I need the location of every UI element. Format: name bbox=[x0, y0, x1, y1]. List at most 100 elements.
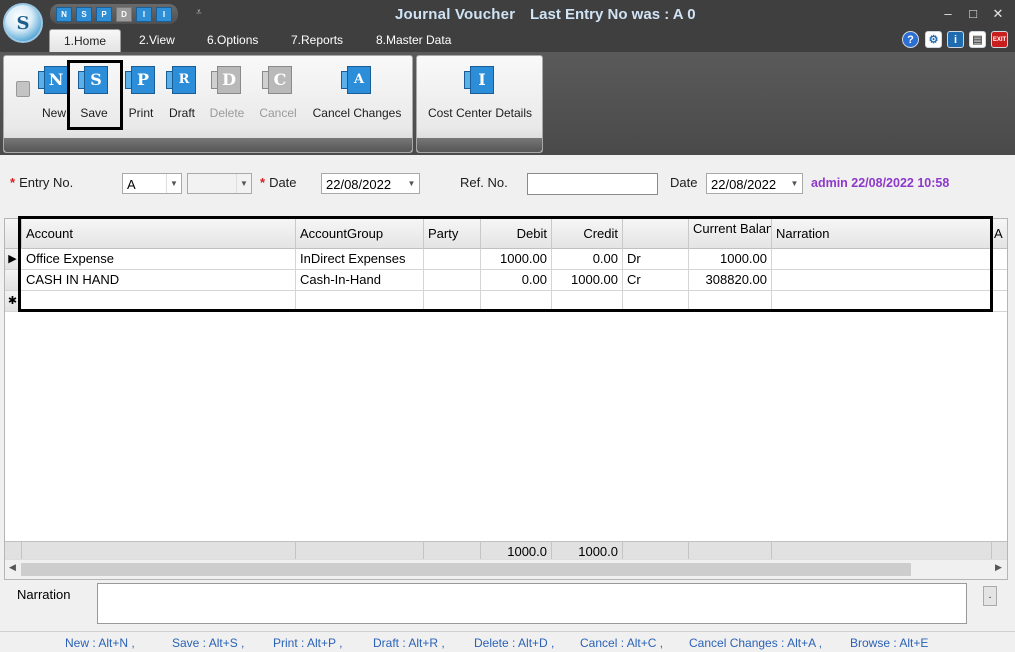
date-picker[interactable]: 22/08/2022 ▼ bbox=[321, 173, 420, 194]
row-selector-icon[interactable]: ▶ bbox=[5, 249, 21, 269]
column-credit[interactable]: Credit bbox=[552, 219, 623, 249]
quick-save-icon[interactable]: S bbox=[76, 6, 92, 22]
column-a[interactable]: A bbox=[992, 219, 1007, 249]
shortcut-cancel: Cancel : Alt+C , bbox=[580, 636, 664, 650]
cell-narration[interactable] bbox=[772, 291, 992, 311]
cell-debit[interactable] bbox=[481, 291, 552, 311]
help-icon[interactable]: ? bbox=[902, 31, 919, 48]
table-row[interactable]: CASH IN HAND Cash-In-Hand 0.00 1000.00 C… bbox=[5, 270, 1007, 291]
exit-icon[interactable]: EXIT bbox=[991, 31, 1008, 48]
cell-account-group[interactable]: InDirect Expenses bbox=[296, 249, 424, 269]
table-row[interactable]: ▶ Office Expense InDirect Expenses 1000.… bbox=[5, 249, 1007, 270]
cell-dr-cr[interactable]: Cr bbox=[623, 270, 689, 290]
column-debit[interactable]: Debit bbox=[481, 219, 552, 249]
column-account-group[interactable]: AccountGroup bbox=[296, 219, 424, 249]
cancel-button[interactable]: C Cancel bbox=[256, 66, 300, 120]
cell-current-balance[interactable]: 1000.00 bbox=[689, 249, 772, 269]
new-row[interactable]: ✱ bbox=[5, 291, 1007, 312]
shortcut-save: Save : Alt+S , bbox=[172, 636, 245, 650]
cell-account-group[interactable] bbox=[296, 291, 424, 311]
quick-access-dropdown-icon[interactable]: ⩡ bbox=[196, 7, 202, 18]
scroll-left-icon[interactable]: ◀ bbox=[9, 562, 16, 573]
cancel-changes-button[interactable]: A Cancel Changes bbox=[310, 66, 404, 120]
cancel-icon: C bbox=[262, 66, 294, 96]
cell-dr-cr[interactable]: Dr bbox=[623, 249, 689, 269]
settings-icon[interactable]: ⚙ bbox=[925, 31, 942, 48]
restore-button[interactable]: □ bbox=[966, 6, 980, 21]
ref-no-input[interactable] bbox=[527, 173, 658, 195]
column-narration[interactable]: Narration bbox=[772, 219, 992, 249]
date-label: * Date bbox=[260, 175, 297, 190]
quick-delete-icon[interactable]: D bbox=[116, 6, 132, 22]
cell-debit[interactable]: 1000.00 bbox=[481, 249, 552, 269]
column-account[interactable]: Account bbox=[22, 219, 296, 249]
totals-cell bbox=[689, 542, 772, 560]
document-icon[interactable]: ▤ bbox=[969, 31, 986, 48]
cell-current-balance[interactable] bbox=[689, 291, 772, 311]
info-icon[interactable]: i bbox=[947, 31, 964, 48]
quick-info2-icon[interactable]: I bbox=[156, 6, 172, 22]
cell-narration[interactable] bbox=[772, 270, 992, 290]
cell-narration[interactable] bbox=[772, 249, 992, 269]
cell-credit[interactable]: 0.00 bbox=[552, 249, 623, 269]
new-button[interactable]: N New bbox=[34, 66, 74, 120]
horizontal-scrollbar[interactable]: ◀ ▶ bbox=[5, 559, 1007, 579]
shortcut-print: Print : Alt+P , bbox=[273, 636, 343, 650]
tab-reports[interactable]: 7.Reports bbox=[277, 29, 357, 52]
cell-party[interactable] bbox=[424, 291, 481, 311]
ribbon-tabs: 1.Home 2.View 6.Options 7.Reports 8.Mast… bbox=[0, 28, 1015, 52]
total-credit: 1000.0 bbox=[552, 542, 623, 560]
column-current-balance[interactable]: Current Balance bbox=[689, 219, 772, 249]
draft-button[interactable]: R Draft bbox=[162, 66, 202, 120]
scroll-right-icon[interactable]: ▶ bbox=[995, 562, 1002, 573]
save-button[interactable]: S Save bbox=[74, 66, 114, 120]
chevron-down-icon[interactable]: ▼ bbox=[236, 174, 251, 193]
quick-print-icon[interactable]: P bbox=[96, 6, 112, 22]
entry-no-prefix-combo[interactable]: A ▼ bbox=[122, 173, 182, 194]
cell-dr-cr[interactable] bbox=[623, 291, 689, 311]
cell-credit[interactable]: 1000.00 bbox=[552, 270, 623, 290]
cell-account[interactable]: CASH IN HAND bbox=[22, 270, 296, 290]
column-party[interactable]: Party bbox=[424, 219, 481, 249]
cell-credit[interactable] bbox=[552, 291, 623, 311]
print-button[interactable]: P Print bbox=[121, 66, 161, 120]
ref-date-picker[interactable]: 22/08/2022 ▼ bbox=[706, 173, 803, 194]
app-orb-logo[interactable]: S bbox=[3, 3, 43, 43]
tab-master-data[interactable]: 8.Master Data bbox=[362, 29, 465, 52]
row-selector-icon[interactable] bbox=[5, 270, 21, 290]
narration-expand-button[interactable]: . bbox=[983, 586, 997, 606]
tab-home[interactable]: 1.Home bbox=[49, 29, 122, 52]
shortcut-delete: Delete : Alt+D , bbox=[474, 636, 555, 650]
cell-account[interactable]: Office Expense bbox=[22, 249, 296, 269]
cell-account[interactable] bbox=[22, 291, 296, 311]
cost-center-details-button[interactable]: I Cost Center Details bbox=[423, 66, 537, 120]
cancel-changes-label: Cancel Changes bbox=[312, 106, 402, 120]
quick-new-icon[interactable]: N bbox=[56, 6, 72, 22]
quick-info-icon[interactable]: I bbox=[136, 6, 152, 22]
totals-cell bbox=[772, 542, 992, 560]
entry-no-prefix-value: A bbox=[127, 177, 136, 192]
chevron-down-icon[interactable]: ▼ bbox=[404, 174, 419, 193]
scrollbar-thumb[interactable] bbox=[21, 563, 911, 576]
entry-no-combo[interactable]: ▼ bbox=[187, 173, 252, 194]
close-button[interactable]: ✕ bbox=[991, 6, 1005, 22]
totals-cell bbox=[424, 542, 481, 560]
cell-account-group[interactable]: Cash-In-Hand bbox=[296, 270, 424, 290]
totals-cell bbox=[296, 542, 424, 560]
column-dr-cr[interactable] bbox=[623, 219, 689, 249]
chevron-down-icon[interactable]: ▼ bbox=[166, 174, 181, 193]
narration-input[interactable] bbox=[97, 583, 967, 624]
tab-view[interactable]: 2.View bbox=[125, 29, 189, 52]
delete-button[interactable]: D Delete bbox=[205, 66, 249, 120]
new-row-icon[interactable]: ✱ bbox=[5, 291, 21, 311]
chevron-down-icon[interactable]: ▼ bbox=[787, 174, 802, 193]
cell-party[interactable] bbox=[424, 270, 481, 290]
draft-icon: R bbox=[166, 66, 198, 96]
tab-options[interactable]: 6.Options bbox=[193, 29, 272, 52]
ribbon-group-cost-center: I Cost Center Details bbox=[416, 55, 543, 153]
app-orb-letter: S bbox=[16, 12, 30, 34]
cell-party[interactable] bbox=[424, 249, 481, 269]
minimize-button[interactable]: – bbox=[941, 6, 955, 21]
cell-current-balance[interactable]: 308820.00 bbox=[689, 270, 772, 290]
cell-debit[interactable]: 0.00 bbox=[481, 270, 552, 290]
